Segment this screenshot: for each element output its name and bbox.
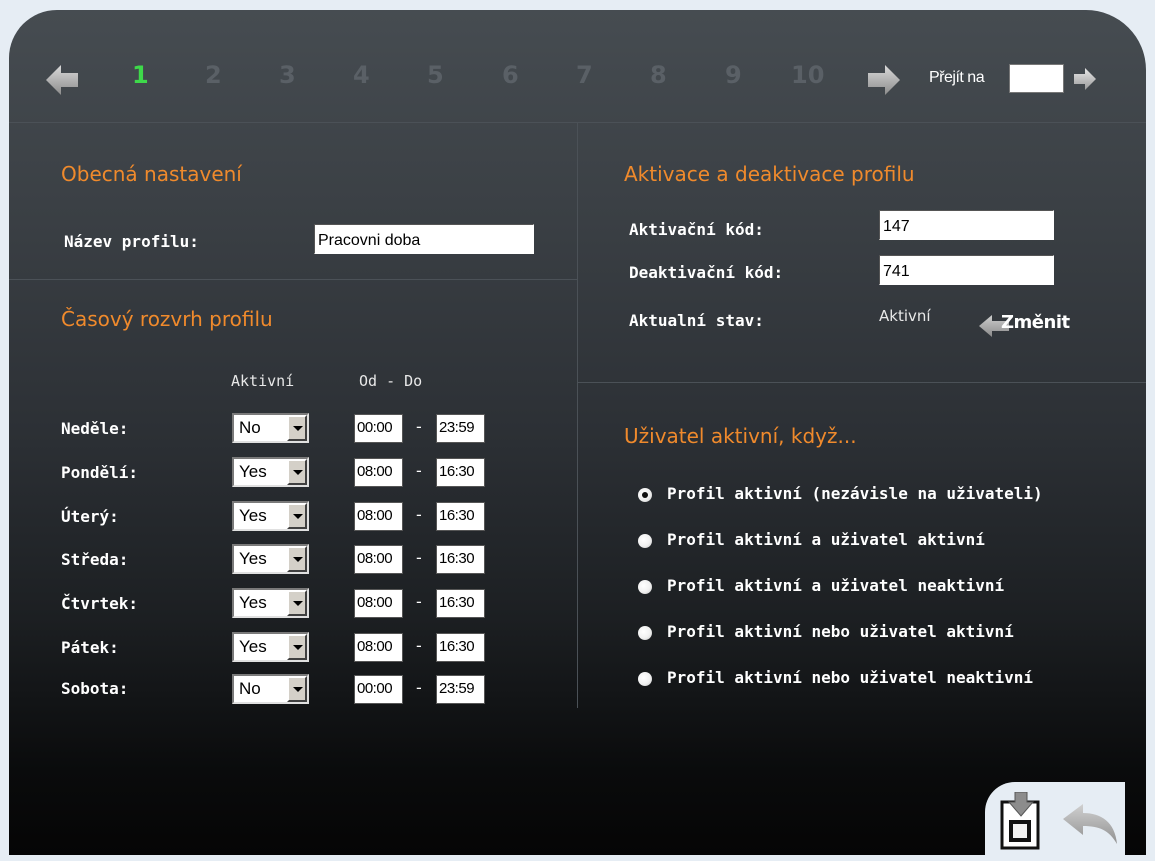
- profile-name-input[interactable]: [314, 224, 534, 254]
- divider-right-mid: [578, 382, 1146, 383]
- deactivation-code-label: Deaktivační kód:: [629, 263, 784, 282]
- goto-page-input[interactable]: [1009, 64, 1064, 93]
- page-2[interactable]: 2: [205, 61, 222, 89]
- day-label: Sobota:: [61, 679, 129, 698]
- user-active-title: Uživatel aktivní, když...: [624, 424, 857, 448]
- to-time-input[interactable]: 16:30: [436, 502, 485, 531]
- active-select-value: Yes: [239, 506, 267, 525]
- chevron-down-icon[interactable]: [287, 503, 307, 529]
- current-state-value: Aktivní: [879, 307, 931, 325]
- bottom-toolbar: [985, 782, 1125, 861]
- divider-left-mid: [9, 279, 577, 280]
- active-select-value: Yes: [239, 549, 267, 568]
- from-time-input[interactable]: 08:00: [354, 589, 403, 618]
- deactivation-code-input[interactable]: [879, 255, 1054, 285]
- from-time-input[interactable]: 08:00: [354, 633, 403, 662]
- radio-button[interactable]: [638, 580, 652, 594]
- from-time-input[interactable]: 00:00: [354, 675, 403, 704]
- column-from-to-header: Od - Do: [359, 372, 423, 390]
- radio-label: Profil aktivní a uživatel neaktivní: [667, 576, 1005, 595]
- to-time-input[interactable]: 16:30: [436, 545, 485, 574]
- time-separator: -: [416, 678, 422, 697]
- active-select[interactable]: No: [232, 413, 309, 443]
- radio-label: Profil aktivní a uživatel aktivní: [667, 530, 985, 549]
- chevron-down-icon[interactable]: [287, 590, 307, 616]
- radio-label: Profil aktivní nebo uživatel neaktivní: [667, 668, 1034, 687]
- page-10[interactable]: 10: [791, 61, 824, 89]
- time-separator: -: [416, 505, 422, 524]
- current-state-label: Aktualní stav:: [629, 311, 764, 330]
- go-arrow-icon[interactable]: [1074, 68, 1096, 90]
- activation-code-label: Aktivační kód:: [629, 220, 764, 239]
- undo-arrow-icon[interactable]: [1063, 804, 1117, 844]
- divider-vertical: [577, 122, 578, 708]
- to-time-input[interactable]: 23:59: [436, 675, 485, 704]
- active-select[interactable]: No: [232, 674, 309, 704]
- activation-code-input[interactable]: [879, 210, 1054, 240]
- from-time-input[interactable]: 08:00: [354, 458, 403, 487]
- day-label: Pátek:: [61, 638, 119, 657]
- from-time-input[interactable]: 00:00: [354, 414, 403, 443]
- activation-title: Aktivace a deaktivace profilu: [624, 162, 915, 186]
- to-time-input[interactable]: 23:59: [436, 414, 485, 443]
- time-separator: -: [416, 592, 422, 611]
- profile-name-label: Název profilu:: [64, 232, 199, 251]
- time-separator: -: [416, 461, 422, 480]
- from-time-input[interactable]: 08:00: [354, 545, 403, 574]
- radio-label: Profil aktivní nebo uživatel aktivní: [667, 622, 1014, 641]
- general-settings-title: Obecná nastavení: [61, 162, 242, 186]
- radio-button[interactable]: [638, 534, 652, 548]
- from-time-input[interactable]: 08:00: [354, 502, 403, 531]
- left-arrow-icon[interactable]: [46, 65, 78, 95]
- active-select-value: Yes: [239, 462, 267, 481]
- active-select-value: No: [239, 418, 261, 437]
- time-separator: -: [416, 548, 422, 567]
- active-select[interactable]: Yes: [232, 544, 309, 574]
- radio-label: Profil aktivní (nezávisle na uživateli): [667, 484, 1043, 503]
- active-select-value: Yes: [239, 593, 267, 612]
- to-time-input[interactable]: 16:30: [436, 633, 485, 662]
- chevron-down-icon[interactable]: [287, 546, 307, 572]
- day-label: Neděle:: [61, 419, 129, 438]
- time-separator: -: [416, 417, 422, 436]
- active-select-value: No: [239, 679, 261, 698]
- to-time-input[interactable]: 16:30: [436, 589, 485, 618]
- radio-button[interactable]: [638, 488, 652, 502]
- day-label: Středa:: [61, 550, 129, 569]
- chevron-down-icon[interactable]: [287, 676, 307, 702]
- page-1[interactable]: 1: [132, 61, 149, 89]
- goto-label: Přejít na: [929, 69, 985, 86]
- right-arrow-icon[interactable]: [868, 65, 900, 95]
- day-label: Úterý:: [61, 507, 119, 526]
- chevron-down-icon[interactable]: [287, 415, 307, 441]
- day-label: Čtvrtek:: [61, 594, 139, 613]
- change-state-label: Změnit: [1001, 312, 1070, 333]
- page-6[interactable]: 6: [502, 61, 519, 89]
- page-8[interactable]: 8: [650, 61, 667, 89]
- radio-button[interactable]: [638, 672, 652, 686]
- page-7[interactable]: 7: [576, 61, 593, 89]
- time-separator: -: [416, 636, 422, 655]
- schedule-title: Časový rozvrh profilu: [61, 307, 273, 331]
- main-panel: 1 2 3 4 5 6 7 8 9 10 Přejít na Obecná na…: [9, 10, 1146, 855]
- page-5[interactable]: 5: [427, 61, 444, 89]
- active-select[interactable]: Yes: [232, 457, 309, 487]
- column-active-header: Aktivní: [231, 372, 295, 390]
- to-time-input[interactable]: 16:30: [436, 458, 485, 487]
- chevron-down-icon[interactable]: [287, 459, 307, 485]
- page-9[interactable]: 9: [725, 61, 742, 89]
- radio-button[interactable]: [638, 626, 652, 640]
- day-label: Pondělí:: [61, 463, 139, 482]
- pager: 1 2 3 4 5 6 7 8 9 10 Přejít na: [9, 50, 1146, 110]
- active-select[interactable]: Yes: [232, 501, 309, 531]
- active-select[interactable]: Yes: [232, 632, 309, 662]
- save-document-icon[interactable]: [1000, 792, 1042, 850]
- page-4[interactable]: 4: [353, 61, 370, 89]
- active-select[interactable]: Yes: [232, 588, 309, 618]
- chevron-down-icon[interactable]: [287, 634, 307, 660]
- active-select-value: Yes: [239, 637, 267, 656]
- page-3[interactable]: 3: [279, 61, 296, 89]
